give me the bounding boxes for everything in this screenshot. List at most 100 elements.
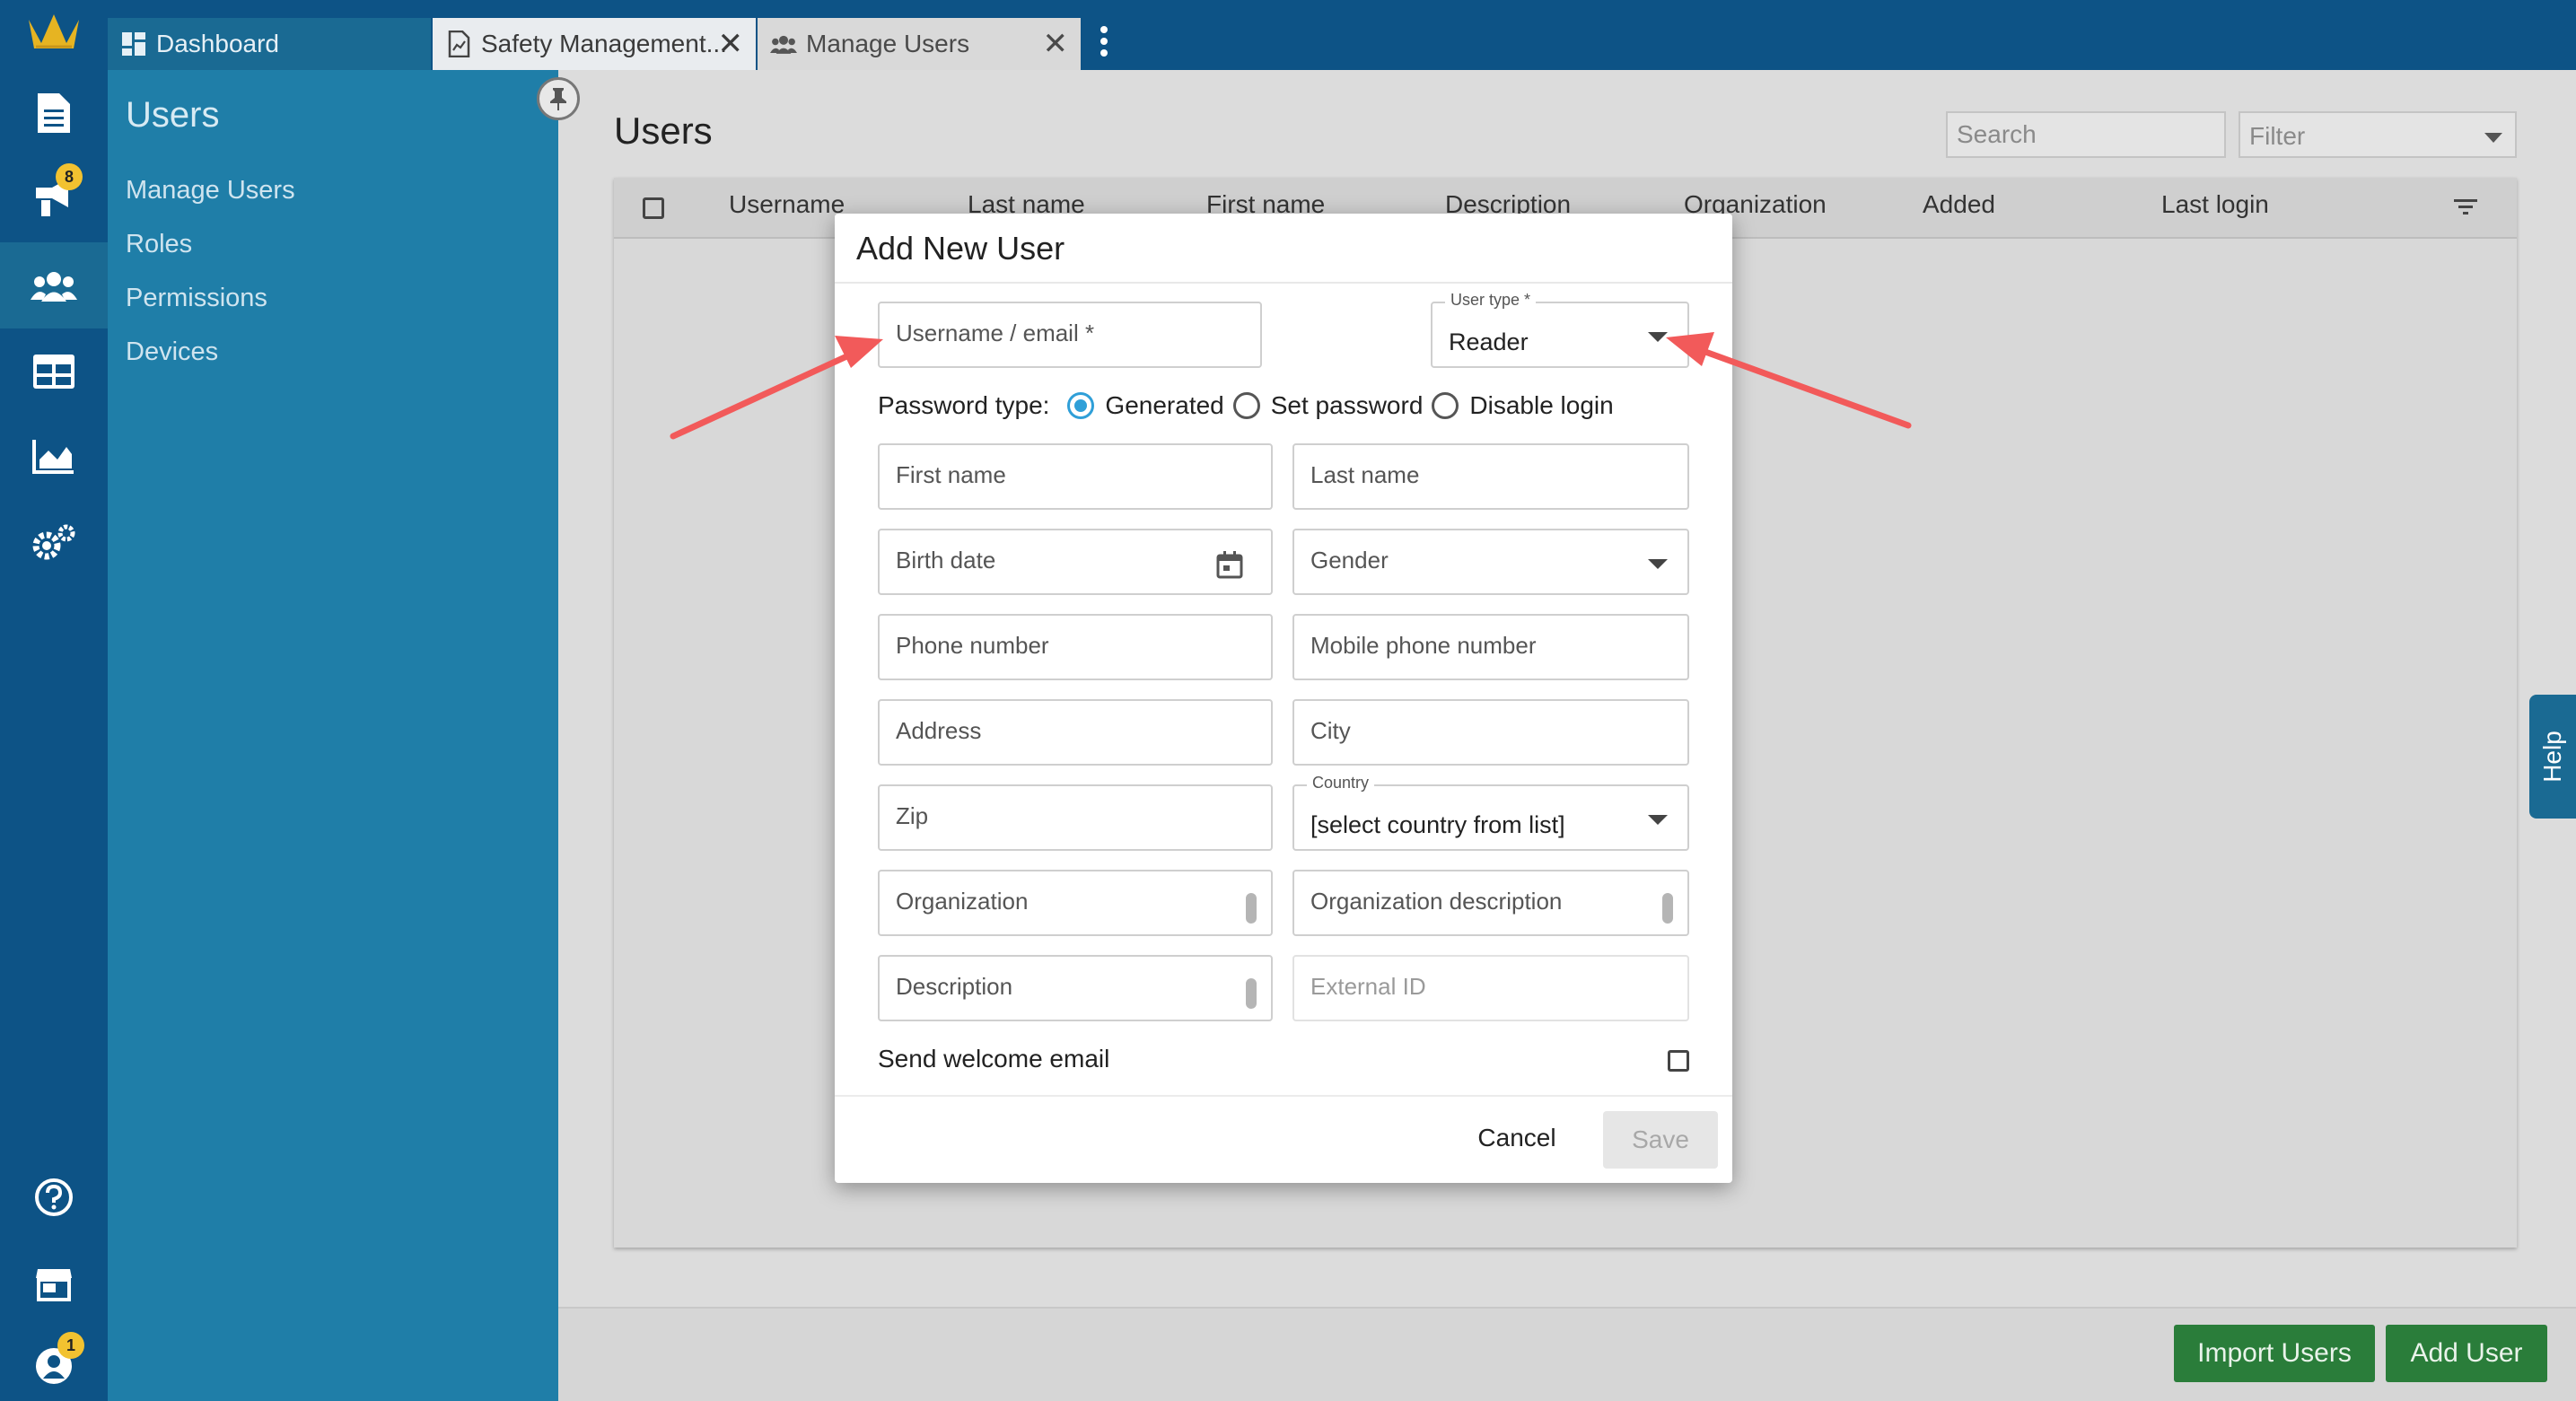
sidebar-item-roles[interactable]: Roles — [126, 230, 192, 259]
divider — [835, 1095, 1732, 1097]
send-welcome-email-checkbox[interactable] — [1668, 1050, 1689, 1072]
phone-number-field[interactable]: Phone number — [878, 614, 1273, 680]
country-label: Country — [1307, 774, 1375, 792]
organization-description-placeholder: Organization description — [1310, 888, 1563, 915]
radio-generated[interactable]: Generated — [1067, 391, 1224, 420]
tab-label: Manage Users — [806, 30, 970, 57]
country-value: [select country from list] — [1310, 811, 1565, 838]
resize-handle[interactable] — [1662, 893, 1673, 924]
users-icon — [770, 31, 797, 57]
chevron-down-icon — [1648, 815, 1668, 825]
document-chart-icon — [445, 31, 472, 57]
organization-description-field[interactable]: Organization description — [1292, 870, 1689, 936]
side-panel: Users Manage Users Roles Permissions Dev… — [108, 70, 558, 1401]
dashboard-icon — [120, 31, 147, 57]
chevron-down-icon — [1648, 332, 1668, 342]
password-type-row: Password type: Generated Set password Di… — [878, 388, 1623, 424]
page-title: Users — [614, 109, 713, 152]
search-input[interactable] — [1946, 111, 2226, 158]
mobile-phone-placeholder: Mobile phone number — [1310, 632, 1537, 659]
column-header-last-login[interactable]: Last login — [2161, 190, 2269, 219]
radio-selected-icon — [1067, 392, 1095, 419]
help-tab[interactable]: Help — [2529, 695, 2576, 819]
zip-field[interactable]: Zip — [878, 784, 1273, 851]
address-field[interactable]: Address — [878, 699, 1273, 766]
password-type-label: Password type: — [878, 391, 1050, 419]
help-tab-label: Help — [2538, 731, 2566, 783]
close-icon[interactable]: ✕ — [1043, 29, 1069, 59]
import-users-button[interactable]: Import Users — [2174, 1325, 2375, 1382]
birth-date-placeholder: Birth date — [896, 547, 996, 574]
help-icon[interactable] — [25, 1169, 83, 1226]
city-placeholder: City — [1310, 717, 1351, 744]
close-icon[interactable]: ✕ — [718, 29, 744, 59]
username-email-field[interactable]: Username / email * — [878, 302, 1262, 368]
phone-number-placeholder: Phone number — [896, 632, 1049, 659]
country-select[interactable]: Country [select country from list] — [1292, 774, 1689, 851]
city-field[interactable]: City — [1292, 699, 1689, 766]
table-icon[interactable] — [25, 343, 83, 400]
chevron-down-icon — [1648, 559, 1668, 569]
cancel-button[interactable]: Cancel — [1463, 1111, 1571, 1165]
users-icon[interactable] — [25, 257, 83, 314]
column-header-username[interactable]: Username — [729, 190, 845, 219]
resize-handle[interactable] — [1246, 893, 1257, 924]
send-welcome-email-label: Send welcome email — [878, 1045, 1110, 1073]
tab-dashboard[interactable]: Dashboard — [108, 18, 431, 70]
filter-select[interactable]: Filter — [2239, 111, 2517, 158]
add-user-dialog: Add New User Username / email * User typ… — [835, 214, 1732, 1183]
more-options-icon[interactable] — [1088, 25, 1120, 65]
column-filter-icon[interactable] — [2452, 194, 2479, 221]
add-user-button[interactable]: Add User — [2386, 1325, 2547, 1382]
filter-placeholder: Filter — [2249, 122, 2306, 150]
save-button[interactable]: Save — [1603, 1111, 1718, 1169]
divider — [835, 282, 1732, 284]
sidebar-item-manage-users[interactable]: Manage Users — [126, 176, 295, 206]
sidebar-item-permissions[interactable]: Permissions — [126, 284, 267, 313]
column-header-added[interactable]: Added — [1923, 190, 1995, 219]
sidebar-item-devices[interactable]: Devices — [126, 337, 218, 367]
last-name-field[interactable]: Last name — [1292, 443, 1689, 510]
description-placeholder: Description — [896, 973, 1013, 1000]
store-icon[interactable] — [25, 1255, 83, 1312]
tab-safety-management[interactable]: Safety Management... ✕ — [433, 18, 756, 70]
external-id-placeholder: External ID — [1310, 973, 1426, 1000]
organization-field[interactable]: Organization — [878, 870, 1273, 936]
resize-handle[interactable] — [1246, 978, 1257, 1009]
select-all-checkbox[interactable] — [643, 197, 664, 219]
user-type-value: Reader — [1449, 328, 1529, 355]
external-id-field[interactable]: External ID — [1292, 955, 1689, 1021]
document-icon[interactable] — [25, 84, 83, 142]
radio-set-password[interactable]: Set password — [1232, 391, 1424, 420]
address-placeholder: Address — [896, 717, 982, 744]
left-rail: 8 1 — [0, 0, 108, 1401]
radio-unselected-icon — [1232, 392, 1260, 419]
description-field[interactable]: Description — [878, 955, 1273, 1021]
radio-label: Generated — [1105, 391, 1224, 419]
user-type-select[interactable]: User type * Reader — [1431, 291, 1689, 368]
username-email-placeholder: Username / email * — [896, 320, 1095, 346]
first-name-field[interactable]: First name — [878, 443, 1273, 510]
gender-placeholder: Gender — [1310, 547, 1389, 574]
settings-icon[interactable] — [25, 513, 83, 571]
chevron-down-icon — [2484, 133, 2502, 143]
first-name-placeholder: First name — [896, 461, 1006, 488]
dialog-title: Add New User — [856, 230, 1065, 267]
radio-label: Disable login — [1469, 391, 1614, 419]
birth-date-field[interactable]: Birth date — [878, 529, 1273, 595]
pin-icon[interactable] — [537, 77, 580, 120]
mobile-phone-field[interactable]: Mobile phone number — [1292, 614, 1689, 680]
gender-select[interactable]: Gender — [1292, 529, 1689, 595]
radio-label: Set password — [1270, 391, 1424, 419]
last-name-placeholder: Last name — [1310, 461, 1420, 488]
notification-badge: 8 — [56, 163, 83, 190]
calendar-icon[interactable] — [1215, 550, 1244, 579]
chart-icon[interactable] — [25, 427, 83, 485]
tab-manage-users[interactable]: Manage Users ✕ — [758, 18, 1081, 70]
logo-icon — [25, 2, 83, 59]
radio-disable-login[interactable]: Disable login — [1432, 391, 1614, 420]
account-badge: 1 — [57, 1332, 84, 1359]
tab-label: Safety Management... — [481, 30, 727, 57]
user-type-label: User type * — [1445, 291, 1537, 310]
radio-unselected-icon — [1432, 392, 1459, 419]
